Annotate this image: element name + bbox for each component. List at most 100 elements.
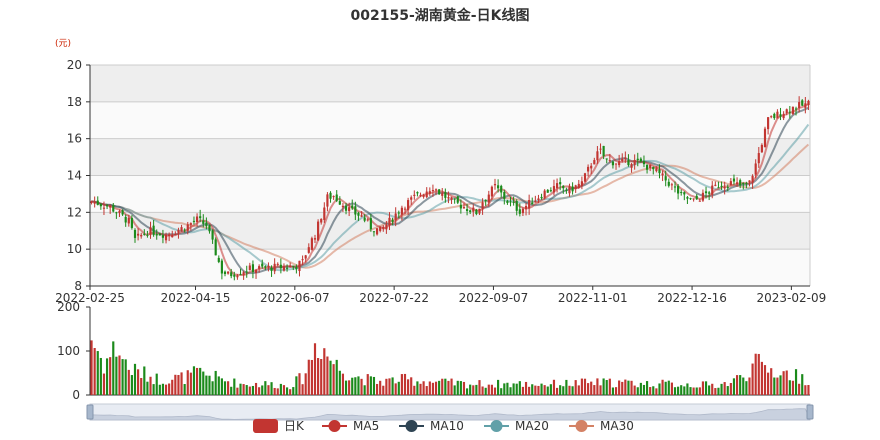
price-y-axis: 2018161412108 (67, 58, 90, 293)
legend-item-ma5[interactable]: MA5 (322, 419, 379, 433)
volume-bar (143, 366, 146, 395)
volume-bar (227, 381, 230, 395)
volume-bar (105, 358, 109, 395)
candle-body (599, 148, 602, 150)
slider-left-handle[interactable] (86, 404, 94, 420)
volume-bar (493, 387, 497, 395)
legend-item-kline[interactable]: 日K (253, 419, 305, 433)
volume-bar (326, 356, 329, 395)
volume-bar (624, 379, 627, 395)
candle-body (320, 218, 323, 223)
legend-item-ma30[interactable]: MA30 (569, 419, 634, 433)
legend-item-ma20[interactable]: MA20 (484, 419, 549, 433)
volume-bar (552, 379, 556, 395)
volume-bar (217, 376, 220, 395)
volume-bar (205, 375, 208, 395)
candle-body (133, 229, 137, 238)
volume-bar (317, 358, 320, 395)
volume-bar (807, 385, 810, 395)
grid-band (90, 249, 810, 286)
volume-bar (140, 378, 143, 395)
candle-body (385, 224, 388, 230)
volume-bar (338, 370, 341, 395)
grid-band (90, 138, 810, 176)
candle-body (621, 158, 624, 162)
slider-right-handle[interactable] (806, 404, 814, 420)
volume-bar (273, 387, 276, 395)
candle-body (341, 205, 345, 208)
candle-body (692, 198, 695, 200)
volume-bar (723, 382, 726, 395)
volume-bar (96, 351, 99, 395)
candle-body (711, 185, 714, 195)
candle-body (667, 181, 670, 186)
candle-body (323, 207, 326, 220)
candle-body (118, 210, 121, 214)
volume-tick-label: 200 (57, 300, 80, 314)
volume-bar (375, 383, 379, 395)
volume-bar (168, 383, 171, 395)
volume-bar (410, 377, 413, 395)
candle-body (102, 207, 106, 209)
x-tick-label: 2022-04-15 (161, 291, 231, 305)
volume-bar (391, 377, 394, 395)
volume-bar (428, 381, 431, 395)
volume-bar (574, 380, 577, 395)
candle-body (431, 190, 435, 192)
candle-body (217, 257, 220, 262)
candle-body (469, 210, 472, 213)
candle-body (540, 196, 543, 199)
volume-bar (645, 381, 649, 395)
candle-body (394, 213, 397, 221)
volume-bar (109, 357, 112, 395)
volume-bar (354, 377, 357, 395)
candle-body (698, 200, 701, 202)
volume-bar (450, 378, 453, 395)
volume-bar (639, 382, 642, 395)
volume-bar (295, 376, 298, 395)
data-zoom-slider[interactable] (86, 403, 814, 421)
chart-legend: 日K MA5 MA10 MA20 MA30 (253, 419, 634, 433)
volume-bar (254, 382, 258, 395)
candle-body (509, 201, 512, 203)
candle-body (745, 182, 748, 184)
volume-bar (590, 381, 593, 395)
volume-bar (698, 387, 701, 395)
date-x-axis: 2022-02-25 2022-04-15 2022-06-07 2022-07-22… (55, 285, 826, 305)
candle-body (565, 189, 568, 191)
candle-body (310, 238, 313, 250)
candle-body (416, 192, 419, 194)
price-unit-label: (元) (55, 39, 71, 49)
candle-body (307, 247, 310, 253)
volume-bar (124, 359, 127, 395)
volume-bar (431, 382, 435, 395)
candle-body (428, 191, 431, 194)
candle-body (732, 178, 736, 182)
candle-body (90, 201, 93, 203)
volume-bar (242, 384, 245, 395)
price-grid (89, 64, 811, 287)
x-tick-label: 2022-07-22 (359, 291, 429, 305)
candle-body (456, 196, 459, 203)
volume-bar (282, 385, 286, 395)
volume-bar (459, 381, 462, 395)
volume-tick-label: 100 (57, 344, 80, 358)
candle-body (788, 111, 791, 113)
candle-body (261, 263, 264, 267)
volume-bar (403, 373, 407, 395)
candle-body (636, 158, 639, 161)
volume-bar (500, 388, 503, 395)
candle-body (608, 160, 611, 162)
candle-body (199, 216, 202, 219)
volume-bar (524, 381, 528, 395)
volume-bar (270, 382, 273, 395)
candle-body (164, 234, 168, 241)
legend-item-ma10[interactable]: MA10 (399, 419, 464, 433)
candle-body (208, 224, 211, 232)
volume-bar (456, 380, 459, 395)
volume-bar (146, 381, 149, 395)
candle-body (794, 108, 798, 110)
volume-bar (416, 381, 419, 395)
volume-bar (121, 359, 124, 395)
volume-bar (627, 380, 630, 395)
